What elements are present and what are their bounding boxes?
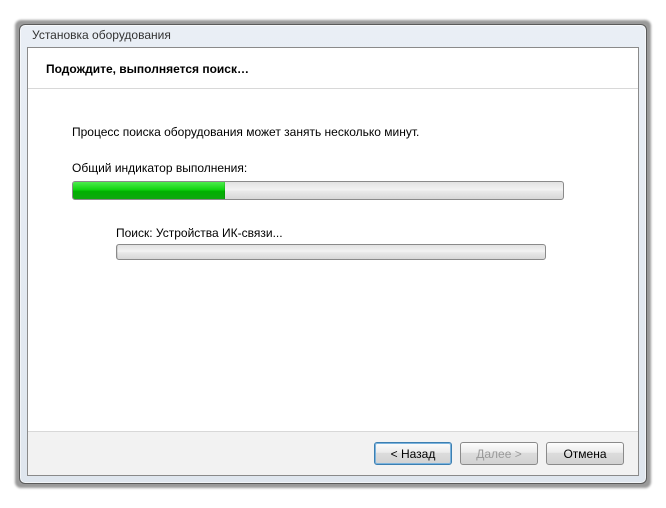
overall-progress-label: Общий индикатор выполнения: <box>72 161 594 175</box>
back-button[interactable]: < Назад <box>374 442 452 465</box>
wizard-header: Подождите, выполняется поиск… <box>28 48 638 89</box>
cancel-button[interactable]: Отмена <box>546 442 624 465</box>
overall-progress-bar <box>72 181 564 200</box>
window-title: Установка оборудования <box>20 25 646 47</box>
dialog-window: Установка оборудования Подождите, выполн… <box>19 24 647 484</box>
sub-progress-bar <box>116 244 546 260</box>
wizard-footer: < Назад Далее > Отмена <box>28 431 638 475</box>
info-text: Процесс поиска оборудования может занять… <box>72 125 594 139</box>
next-button: Далее > <box>460 442 538 465</box>
client-area: Подождите, выполняется поиск… Процесс по… <box>27 47 639 476</box>
wizard-content: Процесс поиска оборудования может занять… <box>28 89 638 431</box>
sub-progress-label: Поиск: Устройства ИК-связи... <box>116 226 594 240</box>
